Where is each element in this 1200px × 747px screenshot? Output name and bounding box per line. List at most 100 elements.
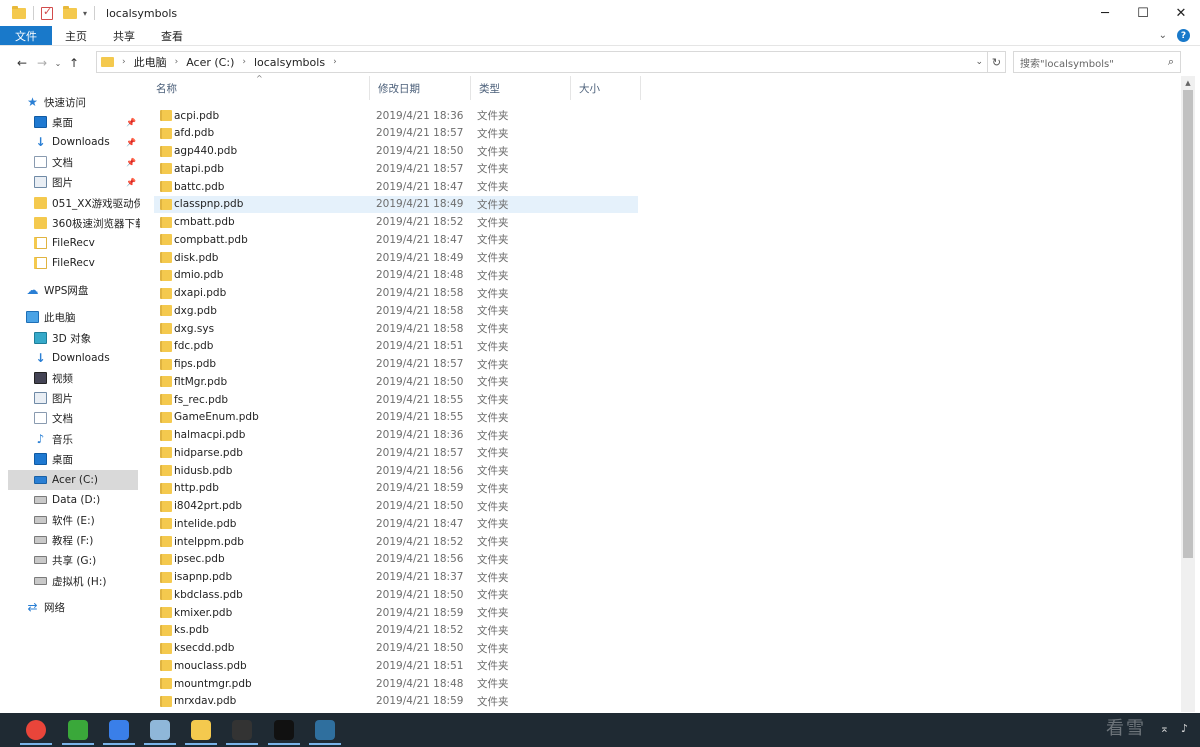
taskbar-app-button[interactable]	[58, 715, 98, 745]
breadcrumb-drive-c[interactable]: Acer (C:)	[186, 56, 234, 69]
file-row[interactable]: dxg.pdb 2019/4/21 18:58 文件夹	[154, 302, 638, 319]
recent-locations-icon[interactable]: ⌄	[52, 59, 64, 68]
file-row[interactable]: kmixer.pdb 2019/4/21 18:59 文件夹	[154, 604, 638, 621]
file-row[interactable]: kbdclass.pdb 2019/4/21 18:50 文件夹	[154, 586, 638, 603]
scroll-thumb[interactable]	[1183, 90, 1193, 558]
sidebar-item[interactable]: 桌面 📌	[0, 112, 140, 132]
expand-ribbon-icon[interactable]: ⌄	[1159, 30, 1167, 41]
search-icon[interactable]: ⌕	[1168, 55, 1174, 69]
sidebar-item[interactable]: 桌面	[0, 449, 140, 469]
file-row[interactable]: agp440.pdb 2019/4/21 18:50 文件夹	[154, 143, 638, 160]
back-arrow-icon[interactable]: ←	[12, 56, 32, 70]
tab-home[interactable]: 主页	[52, 26, 100, 45]
file-row[interactable]: cmbatt.pdb 2019/4/21 18:52 文件夹	[154, 214, 638, 231]
sidebar-item[interactable]: ★ 快速访问	[0, 92, 140, 112]
help-icon[interactable]: ?	[1177, 29, 1190, 42]
tab-file[interactable]: 文件	[0, 26, 52, 45]
sidebar-item[interactable]: 文档 📌	[0, 152, 140, 172]
file-row[interactable]: halmacpi.pdb 2019/4/21 18:36 文件夹	[154, 427, 638, 444]
file-row[interactable]: battc.pdb 2019/4/21 18:47 文件夹	[154, 178, 638, 195]
file-row[interactable]: afd.pdb 2019/4/21 18:57 文件夹	[154, 125, 638, 142]
sidebar-item[interactable]: Acer (C:)	[8, 470, 138, 490]
taskbar-app-button[interactable]	[140, 715, 180, 745]
properties-icon[interactable]	[41, 5, 53, 20]
taskbar-app-button[interactable]	[264, 715, 304, 745]
address-dropdown-icon[interactable]: ⌄	[975, 57, 983, 67]
file-row[interactable]: ipsec.pdb 2019/4/21 18:56 文件夹	[154, 551, 638, 568]
file-row[interactable]: mouclass.pdb 2019/4/21 18:51 文件夹	[154, 657, 638, 674]
maximize-button[interactable]: ☐	[1124, 0, 1162, 26]
sidebar-item[interactable]: ☁ WPS网盘	[0, 280, 140, 300]
tab-share[interactable]: 共享	[100, 26, 148, 45]
file-row[interactable]: http.pdb 2019/4/21 18:59 文件夹	[154, 480, 638, 497]
file-row[interactable]: ks.pdb 2019/4/21 18:52 文件夹	[154, 622, 638, 639]
column-header-size[interactable]: 大小	[571, 76, 641, 100]
taskbar-app-button[interactable]	[222, 715, 262, 745]
file-row[interactable]: fips.pdb 2019/4/21 18:57 文件夹	[154, 356, 638, 373]
sidebar-item[interactable]: 虚拟机 (H:)	[0, 571, 140, 591]
file-row[interactable]: intelide.pdb 2019/4/21 18:47 文件夹	[154, 515, 638, 532]
taskbar-app-button[interactable]	[305, 715, 345, 745]
file-row[interactable]: hidusb.pdb 2019/4/21 18:56 文件夹	[154, 462, 638, 479]
file-row[interactable]: mrxdav.pdb 2019/4/21 18:59 文件夹	[154, 693, 638, 710]
sidebar-item[interactable]: 文档	[0, 408, 140, 428]
column-header-type[interactable]: 类型	[471, 76, 571, 100]
breadcrumb-separator[interactable]: ›	[333, 57, 337, 67]
sidebar-item[interactable]: 共享 (G:)	[0, 550, 140, 570]
tab-view[interactable]: 查看	[148, 26, 196, 45]
up-arrow-icon[interactable]: ↑	[64, 56, 84, 70]
sidebar-item[interactable]: 视频	[0, 368, 140, 388]
sidebar-item[interactable]: 051_XX游戏驱动保	[0, 193, 140, 213]
breadcrumb-this-pc[interactable]: 此电脑	[134, 54, 167, 70]
file-row[interactable]: GameEnum.pdb 2019/4/21 18:55 文件夹	[154, 409, 638, 426]
file-row[interactable]: fltMgr.pdb 2019/4/21 18:50 文件夹	[154, 373, 638, 390]
file-row[interactable]: atapi.pdb 2019/4/21 18:57 文件夹	[154, 160, 638, 177]
volume-icon[interactable]: ♪	[1181, 722, 1188, 735]
file-row[interactable]: dxapi.pdb 2019/4/21 18:58 文件夹	[154, 285, 638, 302]
file-row[interactable]: mountmgr.pdb 2019/4/21 18:48 文件夹	[154, 675, 638, 692]
file-row[interactable]: classpnp.pdb 2019/4/21 18:49 文件夹	[154, 195, 638, 213]
file-row[interactable]: acpi.pdb 2019/4/21 18:36 文件夹	[154, 107, 638, 124]
address-bar[interactable]: › 此电脑 › Acer (C:) › localsymbols › ⌄	[96, 51, 988, 73]
sidebar-item[interactable]: 教程 (F:)	[0, 530, 140, 550]
file-row[interactable]: fdc.pdb 2019/4/21 18:51 文件夹	[154, 338, 638, 355]
customize-toolbar-icon[interactable]: ▾	[83, 9, 87, 18]
taskbar-app-button[interactable]	[16, 715, 56, 745]
file-row[interactable]: hidparse.pdb 2019/4/21 18:57 文件夹	[154, 444, 638, 461]
refresh-button[interactable]: ↻	[988, 51, 1006, 73]
taskbar-app-button[interactable]	[99, 715, 139, 745]
vertical-scrollbar[interactable]: ▲	[1181, 76, 1195, 712]
sidebar-item[interactable]: ⇄ 网络	[0, 597, 140, 617]
new-folder-icon[interactable]	[63, 5, 77, 19]
network-icon[interactable]: ⌅	[1160, 722, 1169, 735]
sidebar-item[interactable]: 360极速浏览器下载	[0, 213, 140, 233]
sidebar-item[interactable]: FileRecv	[0, 253, 140, 273]
sidebar-item[interactable]: 3D 对象	[0, 328, 140, 348]
breadcrumb-separator[interactable]: ›	[122, 57, 126, 67]
scroll-up-icon[interactable]: ▲	[1181, 76, 1195, 90]
file-row[interactable]: i8042prt.pdb 2019/4/21 18:50 文件夹	[154, 498, 638, 515]
sidebar-item[interactable]: 软件 (E:)	[0, 510, 140, 530]
file-row[interactable]: ksecdd.pdb 2019/4/21 18:50 文件夹	[154, 640, 638, 657]
file-row[interactable]: fs_rec.pdb 2019/4/21 18:55 文件夹	[154, 391, 638, 408]
minimize-button[interactable]: ─	[1086, 0, 1124, 26]
file-row[interactable]: dmio.pdb 2019/4/21 18:48 文件夹	[154, 267, 638, 284]
file-row[interactable]: compbatt.pdb 2019/4/21 18:47 文件夹	[154, 231, 638, 248]
sidebar-item[interactable]: 图片	[0, 388, 140, 408]
breadcrumb-separator[interactable]: ›	[242, 57, 246, 67]
column-header-name[interactable]: 名称 ^	[148, 74, 370, 100]
forward-arrow-icon[interactable]: →	[32, 56, 52, 70]
sidebar-item[interactable]: ♪ 音乐	[0, 429, 140, 449]
search-input[interactable]: 搜索"localsymbols" ⌕	[1013, 51, 1181, 73]
breadcrumb-separator[interactable]: ›	[175, 57, 179, 67]
file-row[interactable]: intelppm.pdb 2019/4/21 18:52 文件夹	[154, 533, 638, 550]
sidebar-item[interactable]: ↓ Downloads 📌	[0, 132, 140, 152]
breadcrumb-localsymbols[interactable]: localsymbols	[254, 56, 325, 69]
sidebar-item[interactable]: 图片 📌	[0, 172, 140, 192]
file-row[interactable]: disk.pdb 2019/4/21 18:49 文件夹	[154, 249, 638, 266]
sidebar-item[interactable]: ↓ Downloads	[0, 348, 140, 368]
close-button[interactable]: ✕	[1162, 0, 1200, 26]
file-row[interactable]: dxg.sys 2019/4/21 18:58 文件夹	[154, 320, 638, 337]
sidebar-item[interactable]: Data (D:)	[0, 490, 140, 510]
sidebar-item[interactable]: FileRecv	[0, 233, 140, 253]
